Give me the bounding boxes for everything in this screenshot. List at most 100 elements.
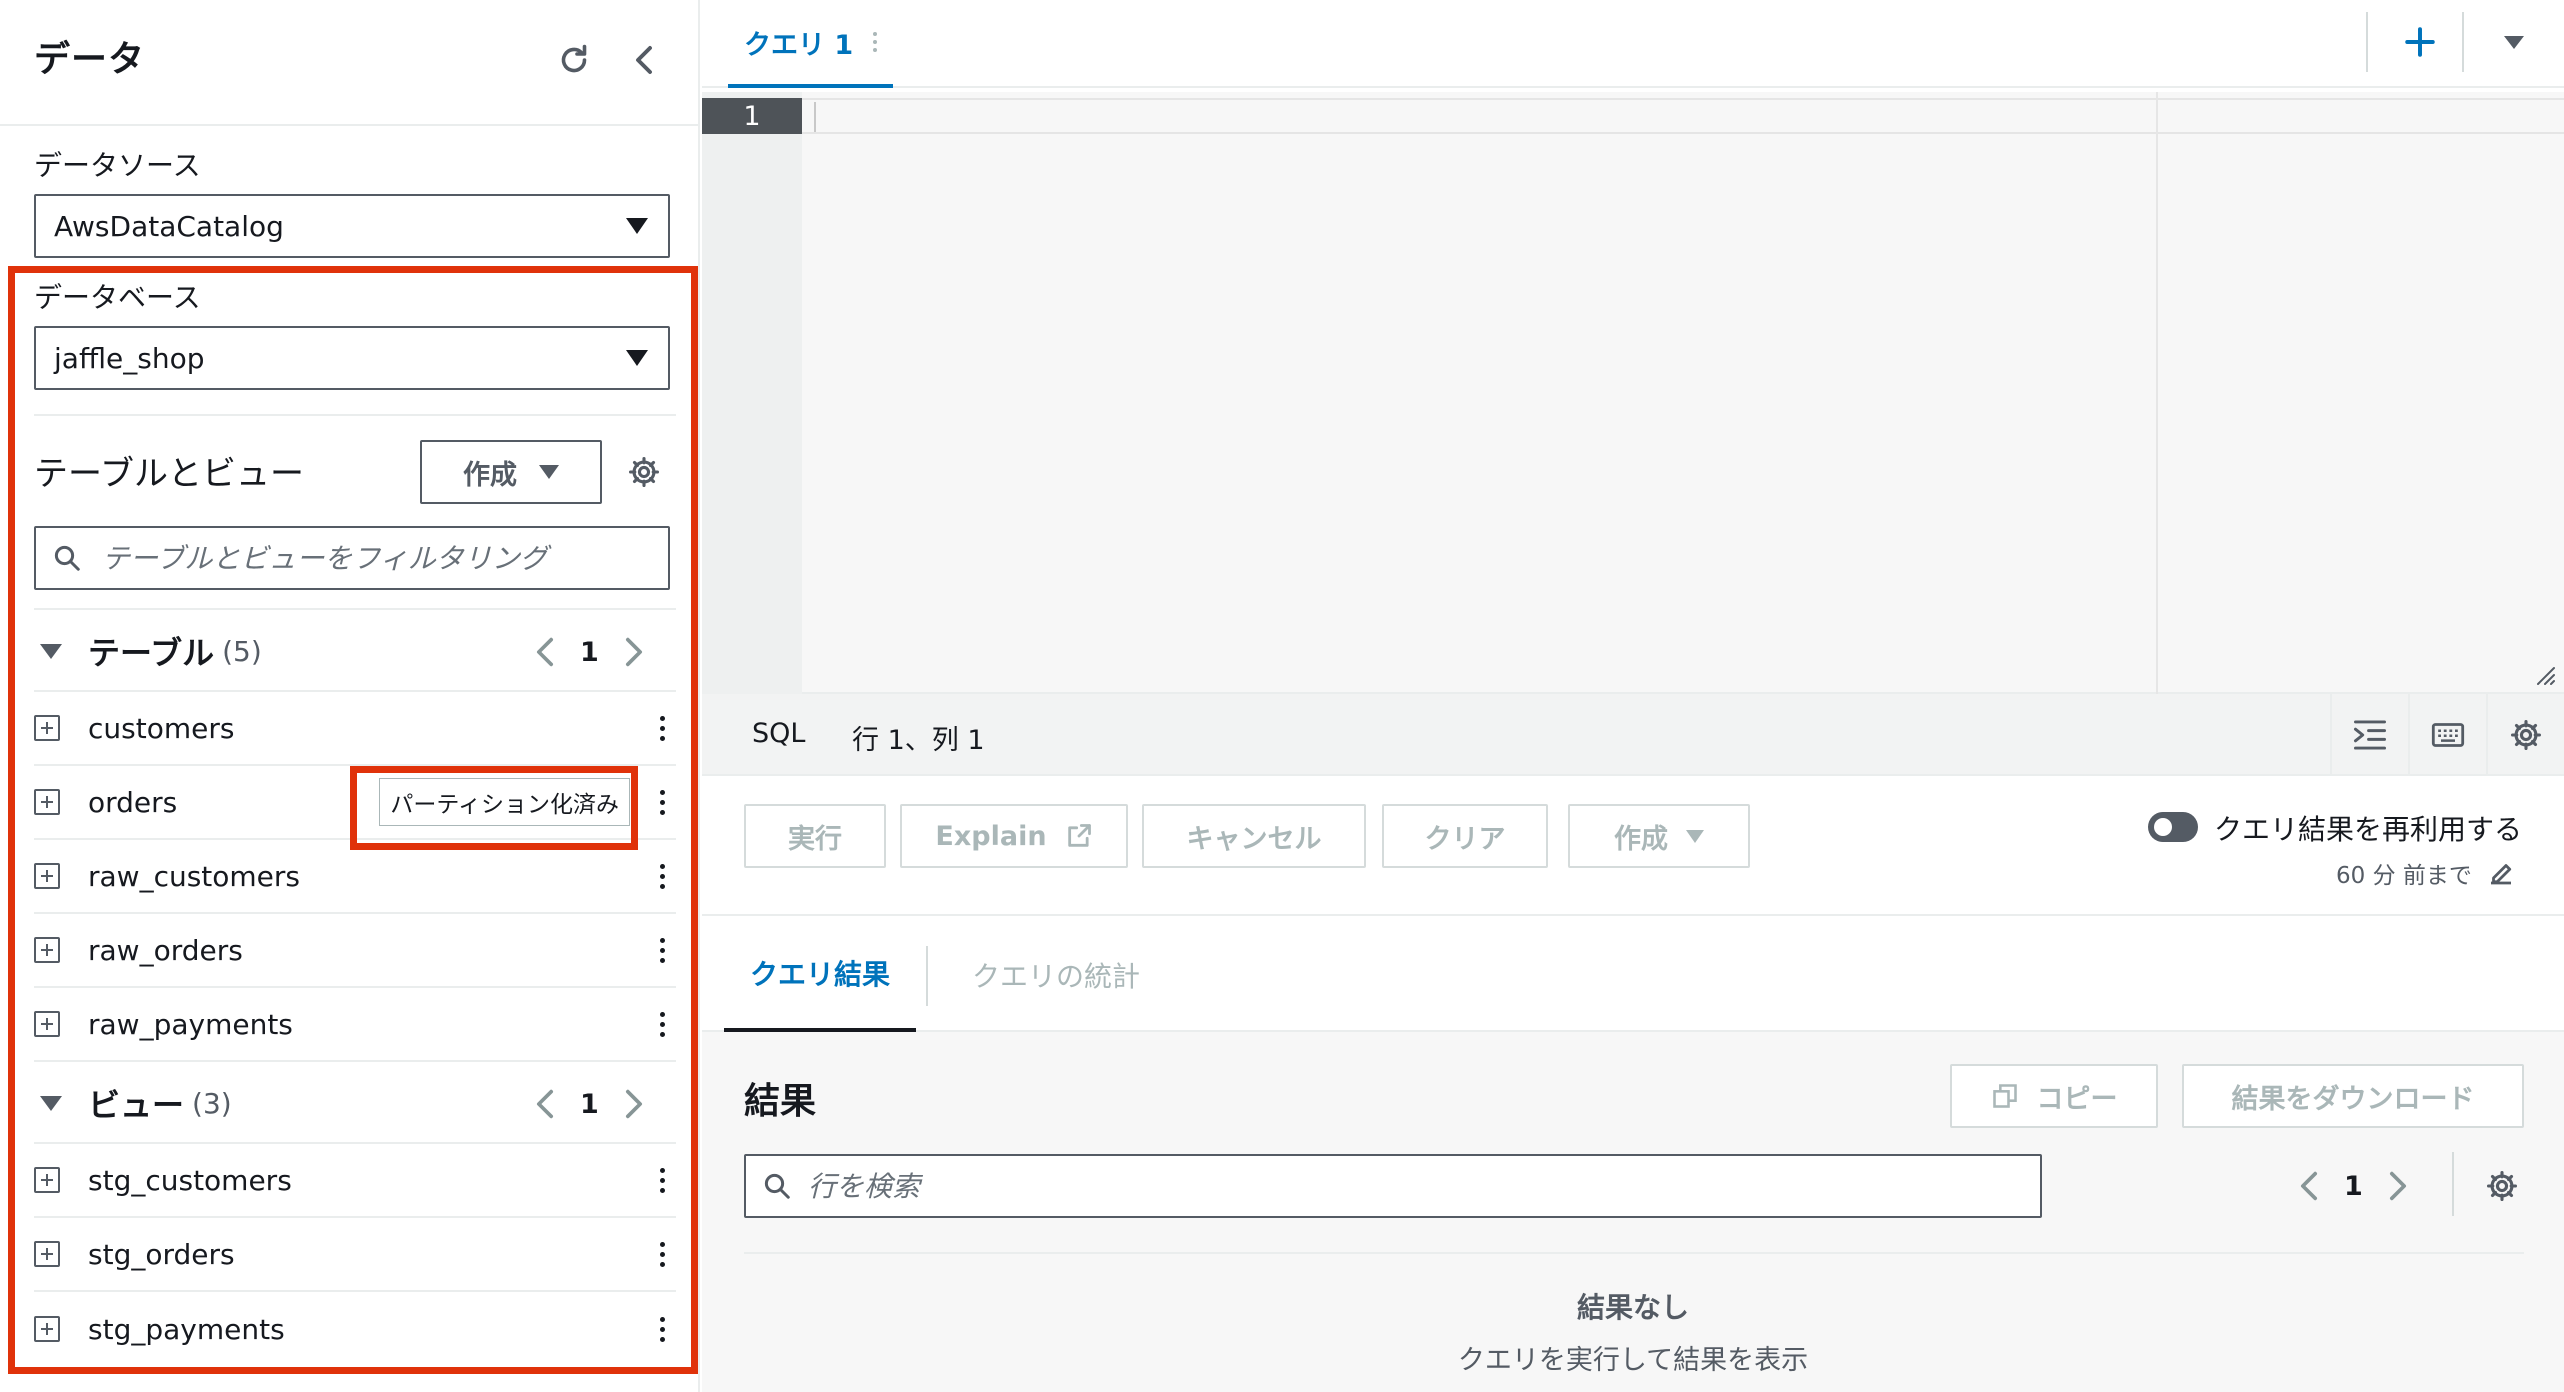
- expand-plus-icon[interactable]: [34, 715, 60, 741]
- tab-query-stats[interactable]: クエリの統計: [946, 918, 1166, 1032]
- tab-query-stats-label: クエリの統計: [972, 960, 1141, 993]
- refresh-icon[interactable]: [552, 38, 596, 82]
- more-actions-icon[interactable]: [652, 782, 672, 822]
- expand-plus-icon[interactable]: [34, 1167, 60, 1193]
- results-page-number[interactable]: 1: [2344, 1171, 2363, 1202]
- editor-settings-gear-icon[interactable]: [2486, 694, 2564, 776]
- download-results-button[interactable]: 結果をダウンロード: [2182, 1064, 2524, 1128]
- keyboard-shortcuts-icon[interactable]: [2408, 694, 2486, 776]
- view-row[interactable]: stg_customers: [34, 1144, 676, 1218]
- create-button[interactable]: 作成: [420, 440, 602, 504]
- chevron-right-icon[interactable]: [623, 635, 645, 669]
- tables-page-number[interactable]: 1: [580, 637, 599, 668]
- chevron-right-icon[interactable]: [623, 1087, 645, 1121]
- query-editor-area: クエリ 1 1 SQL 行 1、列 1 実行 Explain キャンセル クリア…: [702, 0, 2564, 1392]
- tables-views-title: テーブルとビュー: [34, 454, 304, 494]
- database-label: データベース: [34, 281, 201, 314]
- run-button-label: 実行: [788, 823, 842, 855]
- settings-gear-icon[interactable]: [622, 450, 666, 494]
- tables-filter-input[interactable]: [102, 541, 668, 575]
- explain-button[interactable]: Explain: [900, 804, 1128, 868]
- tables-group-count: (5): [222, 634, 262, 668]
- results-panel: 結果 コピー 結果をダウンロード 1 結果なし クエリを実行して結果を表示: [702, 1032, 2564, 1392]
- tab-query-results[interactable]: クエリ結果: [724, 918, 917, 1032]
- query-tab[interactable]: クエリ 1: [728, 0, 894, 88]
- chevron-left-icon[interactable]: [534, 1087, 556, 1121]
- views-group-name: ビュー: [88, 1086, 185, 1124]
- format-query-icon[interactable]: [2330, 694, 2408, 776]
- expand-plus-icon[interactable]: [34, 789, 60, 815]
- expand-plus-icon[interactable]: [34, 863, 60, 889]
- tab-list-caret-down-icon[interactable]: [2488, 20, 2540, 64]
- more-actions-icon[interactable]: [652, 1004, 672, 1044]
- results-title: 結果: [744, 1081, 817, 1122]
- views-group-toggle[interactable]: ビュー (3): [40, 1078, 232, 1128]
- more-actions-icon[interactable]: [652, 856, 672, 896]
- expand-plus-icon[interactable]: [34, 1316, 60, 1342]
- run-button[interactable]: 実行: [744, 804, 886, 868]
- chevron-left-icon[interactable]: [2298, 1169, 2320, 1203]
- table-row[interactable]: customers: [34, 692, 676, 766]
- caret-down-icon: [626, 350, 648, 366]
- tables-group-name: テーブル: [88, 634, 215, 672]
- more-actions-icon[interactable]: [652, 930, 672, 970]
- copy-icon: [1992, 1084, 2017, 1108]
- views-pager: 1: [534, 1082, 645, 1126]
- explain-button-label: Explain: [935, 820, 1047, 852]
- results-settings-gear-icon[interactable]: [2480, 1164, 2524, 1208]
- resize-handle-icon[interactable]: [2534, 664, 2556, 686]
- copy-button[interactable]: コピー: [1950, 1064, 2158, 1128]
- tab-divider: [2462, 12, 2464, 72]
- view-row[interactable]: stg_orders: [34, 1218, 676, 1292]
- add-tab-plus-icon[interactable]: [2394, 16, 2446, 68]
- view-name: stg_customers: [88, 1163, 292, 1197]
- section-divider: [34, 414, 676, 416]
- query-tab-bar: クエリ 1: [702, 0, 2564, 88]
- expand-plus-icon[interactable]: [34, 1011, 60, 1037]
- print-margin: [2156, 92, 2158, 694]
- more-actions-icon[interactable]: [652, 1160, 672, 1200]
- chevron-right-icon[interactable]: [2387, 1169, 2409, 1203]
- database-value: jaffle_shop: [54, 341, 205, 375]
- create-button-label: 作成: [463, 459, 517, 491]
- database-select[interactable]: jaffle_shop: [34, 326, 670, 390]
- table-row[interactable]: raw_payments: [34, 988, 676, 1062]
- table-name: raw_payments: [88, 1007, 293, 1041]
- results-tabs: クエリ結果 クエリの統計: [702, 918, 2564, 1032]
- expand-plus-icon[interactable]: [34, 937, 60, 963]
- sql-editor[interactable]: 1: [702, 92, 2564, 694]
- cancel-button-label: キャンセル: [1186, 823, 1322, 855]
- views-group-count: (3): [192, 1086, 232, 1120]
- expand-plus-icon[interactable]: [34, 1241, 60, 1267]
- create-query-button[interactable]: 作成: [1568, 804, 1750, 868]
- clear-button[interactable]: クリア: [1382, 804, 1548, 868]
- tab-menu-icon[interactable]: [873, 32, 878, 52]
- table-row[interactable]: raw_customers: [34, 840, 676, 914]
- table-row[interactable]: raw_orders: [34, 914, 676, 988]
- collapse-panel-icon[interactable]: [622, 38, 666, 82]
- table-row[interactable]: orders パーティション化済み: [34, 766, 676, 840]
- line-number: 1: [702, 98, 802, 134]
- results-search[interactable]: [744, 1154, 2042, 1218]
- search-icon: [764, 1173, 790, 1199]
- datasource-select[interactable]: AwsDataCatalog: [34, 194, 670, 258]
- more-actions-icon[interactable]: [652, 708, 672, 748]
- views-page-number[interactable]: 1: [580, 1089, 599, 1120]
- query-actions: 実行 Explain キャンセル クリア 作成 クエリ結果を再利用する 60 分…: [702, 776, 2564, 916]
- tables-filter[interactable]: [34, 526, 670, 590]
- more-actions-icon[interactable]: [652, 1309, 672, 1349]
- editor-gutter: [702, 92, 802, 694]
- reuse-results-toggle[interactable]: [2148, 812, 2198, 842]
- results-search-input[interactable]: [808, 1169, 2040, 1203]
- edit-pencil-icon[interactable]: [2486, 858, 2516, 888]
- tables-group-toggle[interactable]: テーブル (5): [40, 626, 262, 676]
- table-name: customers: [88, 711, 235, 745]
- cancel-button[interactable]: キャンセル: [1142, 804, 1366, 868]
- editor-status-bar: SQL 行 1、列 1: [702, 694, 2564, 776]
- caret-down-icon: [539, 465, 559, 479]
- reuse-window-text: 60 分 前まで: [2336, 863, 2472, 889]
- chevron-left-icon[interactable]: [534, 635, 556, 669]
- caret-down-icon: [626, 218, 648, 234]
- view-row[interactable]: stg_payments: [34, 1292, 676, 1366]
- more-actions-icon[interactable]: [652, 1234, 672, 1274]
